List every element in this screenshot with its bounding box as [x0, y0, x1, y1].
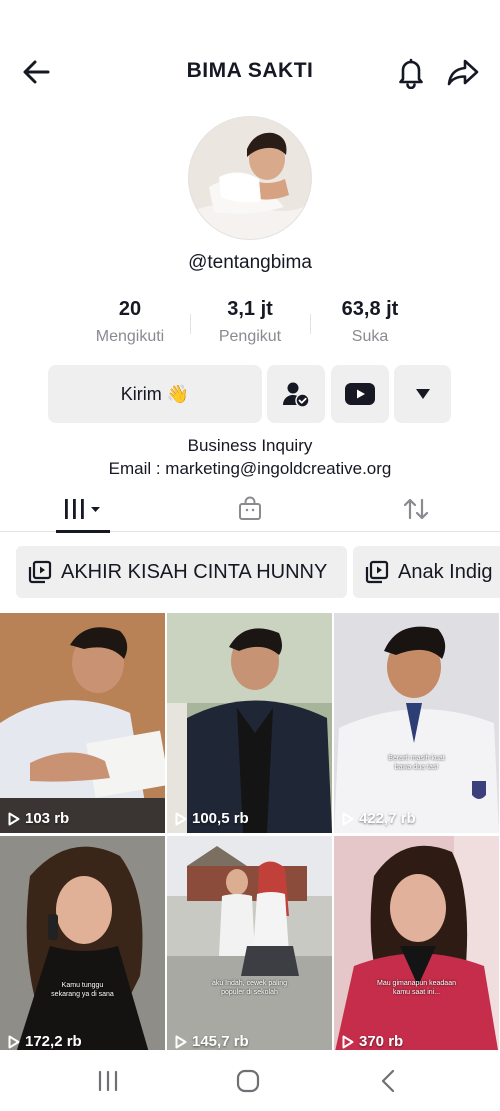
grid-icon	[65, 499, 100, 519]
thumbnail-image	[334, 836, 499, 1056]
video-caption: aku Indah, cewek paling populer di sekol…	[211, 980, 288, 996]
followers-label: Pengikut	[218, 328, 282, 345]
view-count: 172,2 rb	[8, 1033, 82, 1050]
video-thumbnail[interactable]: Mau gimanapun keadaan kamu saat ini... 3…	[334, 836, 499, 1056]
message-button[interactable]: Kirim 👋	[48, 365, 262, 423]
bio-line-2: Email : marketing@ingoldcreative.org	[108, 459, 392, 478]
content-tabs	[0, 486, 500, 533]
view-count-text: 145,7 rb	[192, 1033, 249, 1050]
thumbnail-image	[167, 836, 332, 1056]
play-outline-icon	[342, 812, 354, 825]
playlist-icon	[28, 560, 52, 584]
stat-divider	[310, 314, 311, 334]
view-count-text: 103 rb	[25, 810, 70, 827]
view-count: 370 rb	[342, 1033, 403, 1050]
thumbnail-image	[0, 613, 165, 833]
playlist-title: Anak Indig	[398, 560, 493, 583]
thumbnail-image	[334, 613, 499, 833]
shop-bag-icon	[239, 496, 261, 520]
repost-icon	[403, 498, 429, 520]
likes-count: 63,8 jt	[341, 298, 399, 320]
view-count: 422,7 rb	[342, 810, 416, 827]
stat-following[interactable]: 20 Mengikuti	[70, 298, 190, 352]
video-caption: Mau gimanapun keadaan kamu saat ini...	[376, 980, 456, 996]
username: @tentangbima	[188, 252, 312, 273]
profile-stats: 20 Mengikuti 3,1 jt Pengikut 63,8 jt Suk…	[70, 298, 430, 352]
avatar[interactable]	[188, 116, 312, 240]
play-outline-icon	[175, 1035, 187, 1048]
caret-down-icon	[415, 389, 430, 399]
youtube-button[interactable]	[331, 365, 389, 423]
playlist-title: AKHIR KISAH CINTA HUNNY	[61, 560, 328, 583]
video-caption: Kamu tunggu sekarang ya di sana	[51, 982, 114, 998]
stat-followers[interactable]: 3,1 jt Pengikut	[190, 298, 310, 352]
play-outline-icon	[175, 812, 187, 825]
play-outline-icon	[342, 1035, 354, 1048]
thumbnail-image	[167, 613, 332, 833]
video-thumbnail[interactable]: Kamu tunggu sekarang ya di sana 172,2 rb	[0, 836, 165, 1056]
thumbnail-image	[0, 836, 165, 1056]
view-count-text: 422,7 rb	[359, 810, 416, 827]
video-caption: Berarti masih kuat bawa dua tas!	[388, 755, 445, 771]
view-count-text: 172,2 rb	[25, 1033, 82, 1050]
view-count: 145,7 rb	[175, 1033, 249, 1050]
bio-line-1: Business Inquiry	[187, 436, 313, 455]
following-count: 20	[118, 298, 142, 320]
tab-repost[interactable]	[396, 486, 436, 532]
video-thumbnail[interactable]: 103 rb	[0, 613, 165, 833]
profile-bio: Business Inquiry Email : marketing@ingol…	[0, 434, 500, 480]
stat-likes[interactable]: 63,8 jt Suka	[310, 298, 430, 352]
home-icon[interactable]	[233, 1066, 263, 1096]
top-bar: BIMA SAKTI	[0, 44, 500, 100]
recent-apps-icon[interactable]	[93, 1066, 123, 1096]
youtube-icon	[345, 383, 375, 405]
system-nav-bar	[0, 1050, 500, 1111]
share-icon[interactable]	[446, 56, 480, 88]
play-outline-icon	[8, 812, 20, 825]
stat-divider	[190, 314, 191, 334]
more-options-button[interactable]	[394, 365, 451, 423]
bell-icon[interactable]	[395, 55, 427, 90]
followers-count: 3,1 jt	[227, 298, 273, 320]
video-thumbnail[interactable]: 100,5 rb	[167, 613, 332, 833]
following-status-button[interactable]	[267, 365, 325, 423]
play-outline-icon	[8, 1035, 20, 1048]
likes-label: Suka	[351, 328, 389, 345]
tab-shop[interactable]	[230, 486, 270, 532]
view-count: 103 rb	[8, 810, 69, 827]
view-count-text: 370 rb	[359, 1033, 404, 1050]
tab-videos[interactable]	[56, 486, 110, 533]
following-label: Mengikuti	[95, 328, 165, 345]
person-check-icon	[283, 382, 310, 408]
view-count-text: 100,5 rb	[192, 810, 249, 827]
active-tab-indicator	[56, 530, 110, 533]
playlist-icon	[365, 560, 389, 584]
playlist-chip[interactable]: Anak Indig	[353, 546, 500, 598]
playlist-chip[interactable]: AKHIR KISAH CINTA HUNNY	[16, 546, 347, 598]
video-thumbnail[interactable]: aku Indah, cewek paling populer di sekol…	[167, 836, 332, 1056]
view-count: 100,5 rb	[175, 810, 249, 827]
video-thumbnail[interactable]: Berarti masih kuat bawa dua tas! 422,7 r…	[334, 613, 499, 833]
system-back-icon[interactable]	[373, 1066, 403, 1096]
playlist-row: AKHIR KISAH CINTA HUNNY Anak Indig	[0, 546, 500, 598]
